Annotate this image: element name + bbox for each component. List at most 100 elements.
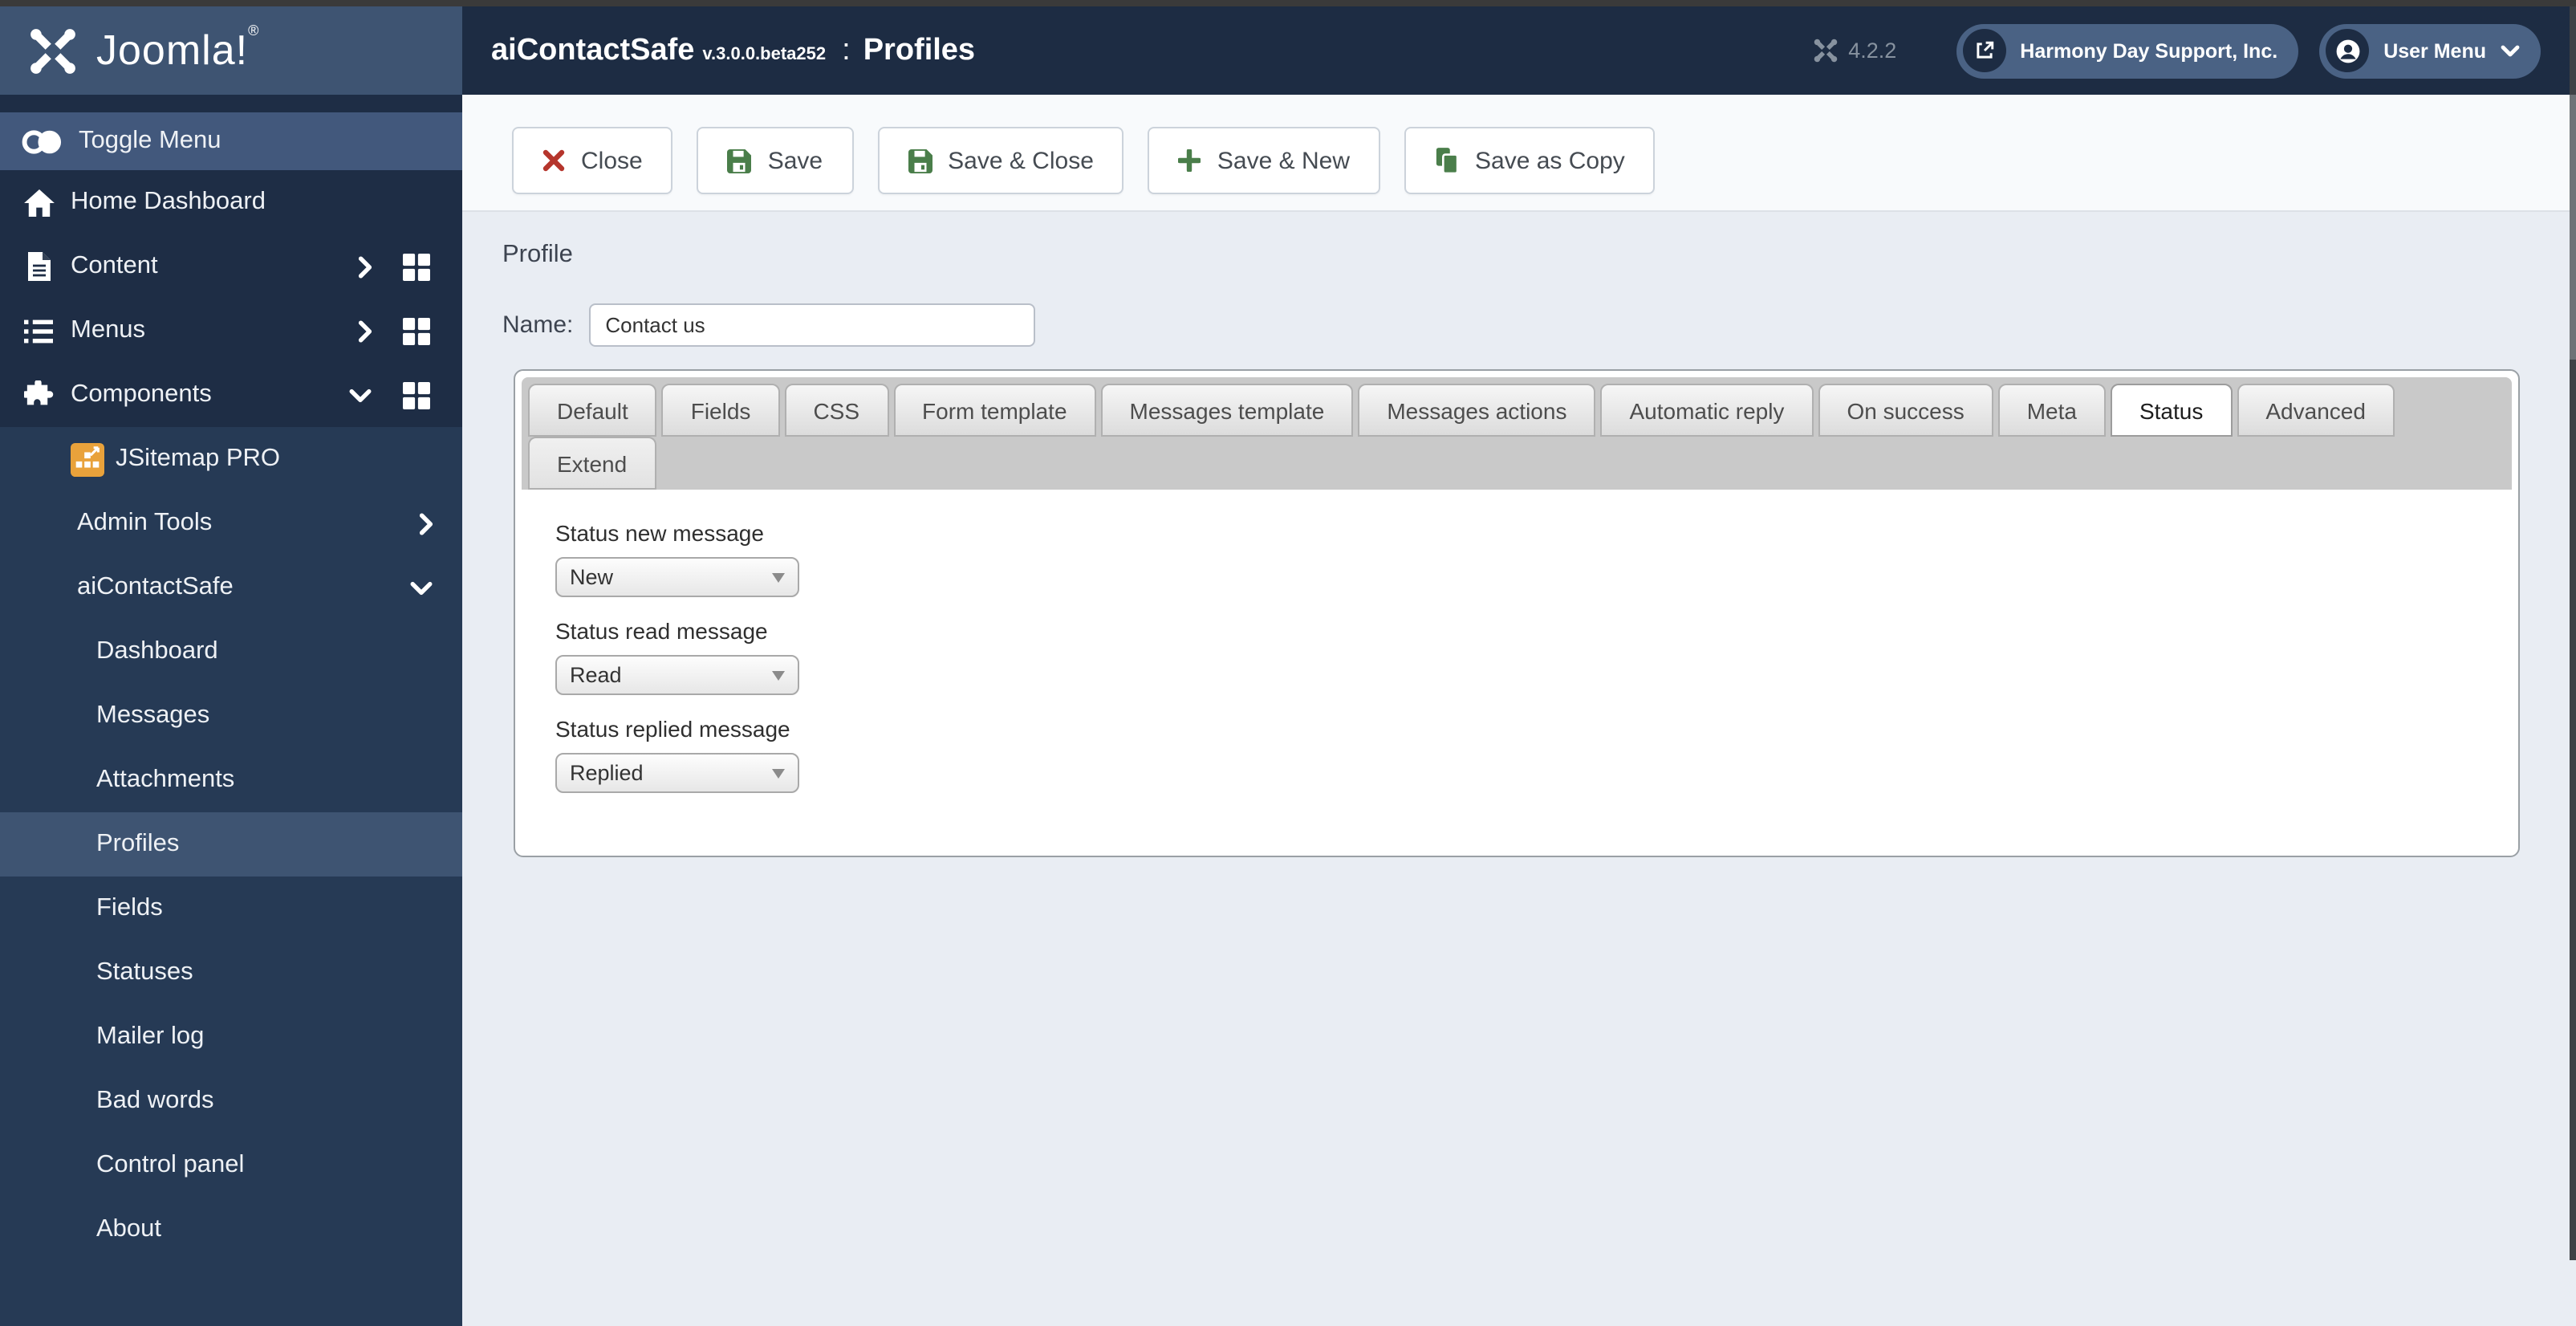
sidebar-item-statuses[interactable]: Statuses	[0, 941, 462, 1005]
grid-icon[interactable]	[403, 381, 430, 409]
profile-name-input[interactable]	[589, 303, 1036, 347]
external-link-icon	[1962, 29, 2006, 72]
select-value: New	[570, 565, 614, 589]
sidebar-item-dashboard[interactable]: Dashboard	[0, 620, 462, 684]
components-submenu: JSitemap PRO Admin Tools aiContactSafe D…	[0, 427, 462, 1326]
select-value: Replied	[570, 761, 644, 785]
header-right: 4.2.2 Harmony Day Support, Inc. User Men…	[1811, 23, 2541, 78]
sidebar-item-label: Messages	[96, 702, 210, 729]
button-label: Save	[767, 147, 823, 174]
chevron-right-icon	[358, 254, 372, 279]
brand-wordmark: Joomla!®	[96, 22, 260, 74]
button-label: Close	[581, 147, 643, 174]
grid-icon[interactable]	[403, 253, 430, 280]
sidebar-item-label: Menus	[71, 316, 146, 344]
sidebar-item-messages[interactable]: Messages	[0, 684, 462, 748]
chevron-down-icon	[409, 580, 433, 595]
save-close-button[interactable]: Save & Close	[877, 127, 1124, 194]
form-heading: Profile	[502, 241, 573, 268]
sidebar-item-label: About	[96, 1215, 162, 1243]
brand-band: Joomla!®	[0, 6, 462, 95]
sidebar-item-label: Admin Tools	[77, 509, 213, 536]
select-caret-icon	[772, 572, 785, 582]
tab-messages-template[interactable]: Messages template	[1100, 384, 1354, 437]
sidebar-item-aicontactsafe[interactable]: aiContactSafe	[0, 555, 462, 620]
admin-header: Joomla!® aiContactSafe v.3.0.0.beta252 :…	[0, 6, 2570, 95]
tab-on-success[interactable]: On success	[1818, 384, 1993, 437]
save-new-button[interactable]: Save & New	[1148, 127, 1380, 194]
chevron-right-icon	[419, 511, 433, 535]
tab-extend[interactable]: Extend	[528, 437, 656, 490]
tab-messages-actions[interactable]: Messages actions	[1358, 384, 1596, 437]
sidebar-item-components[interactable]: Components	[0, 363, 462, 427]
close-icon	[542, 149, 565, 172]
select-caret-icon	[772, 768, 785, 778]
tab-css[interactable]: CSS	[784, 384, 889, 437]
puzzle-icon	[21, 380, 56, 409]
scrollbar-thumb[interactable]	[2570, 95, 2576, 360]
user-icon	[2326, 29, 2370, 72]
joomla-version-text: 4.2.2	[1848, 39, 1897, 63]
component-version: v.3.0.0.beta252	[702, 44, 827, 63]
save-copy-button[interactable]: Save as Copy	[1404, 127, 1656, 194]
select-caret-icon	[772, 670, 785, 680]
sidebar-item-bad-words[interactable]: Bad words	[0, 1069, 462, 1133]
list-icon	[21, 319, 56, 343]
sidebar-item-content[interactable]: Content	[0, 234, 462, 299]
sidebar-item-label: Mailer log	[96, 1023, 205, 1050]
tab-advanced[interactable]: Advanced	[2237, 384, 2395, 437]
sidebar-item-label: Components	[71, 380, 212, 408]
sidebar-item-control-panel[interactable]: Control panel	[0, 1133, 462, 1198]
user-menu-button[interactable]: User Menu	[2319, 23, 2541, 78]
tab-automatic-reply[interactable]: Automatic reply	[1600, 384, 1814, 437]
toggle-menu-label: Toggle Menu	[79, 127, 221, 154]
tab-default[interactable]: Default	[528, 384, 657, 437]
sidebar-toggle-menu[interactable]: Toggle Menu	[0, 112, 462, 170]
tab-meta[interactable]: Meta	[1997, 384, 2106, 437]
button-label: Save as Copy	[1475, 147, 1625, 174]
status-read-select[interactable]: Read	[555, 655, 799, 695]
tab-strip: Default Fields CSS Form template Message…	[522, 377, 2512, 490]
main-content: Close Save Save & Close Save & New Save …	[462, 95, 2570, 1260]
jsitemap-icon	[71, 442, 104, 476]
sidebar-item-mailer-log[interactable]: Mailer log	[0, 1005, 462, 1069]
tab-status[interactable]: Status	[2110, 384, 2233, 437]
sidebar-item-label: Fields	[96, 894, 163, 921]
sidebar-item-fields[interactable]: Fields	[0, 877, 462, 941]
grid-icon[interactable]	[403, 317, 430, 344]
status-tab-content: Status new message New Status read messa…	[515, 490, 2518, 793]
select-value: Read	[570, 663, 622, 687]
joomla-logo-icon	[26, 23, 80, 78]
sidebar-item-about[interactable]: About	[0, 1198, 462, 1262]
site-preview-button[interactable]: Harmony Day Support, Inc.	[1956, 23, 2299, 78]
field-label: Status new message	[555, 520, 764, 546]
page-scrollbar[interactable]	[2570, 6, 2576, 1260]
field-label: Status replied message	[555, 716, 790, 742]
save-icon	[908, 148, 932, 173]
field-status-new: Status new message New	[555, 520, 2518, 597]
sidebar-item-admin-tools[interactable]: Admin Tools	[0, 491, 462, 555]
button-label: Save & New	[1217, 147, 1350, 174]
sidebar-item-attachments[interactable]: Attachments	[0, 748, 462, 812]
sidebar-item-jsitemap-pro[interactable]: JSitemap PRO	[0, 427, 462, 491]
chevron-down-icon	[2501, 44, 2520, 57]
sidebar-item-home-dashboard[interactable]: Home Dashboard	[0, 170, 462, 234]
profile-tabs-panel: Default Fields CSS Form template Message…	[514, 369, 2520, 857]
save-button[interactable]: Save	[697, 127, 854, 194]
sidebar-menu: Toggle Menu Home Dashboard Content Menus…	[0, 95, 462, 1326]
tab-row-2: Extend	[528, 437, 2512, 490]
registered-mark: ®	[248, 22, 260, 39]
status-replied-select[interactable]: Replied	[555, 753, 799, 793]
component-name: aiContactSafe	[491, 33, 695, 67]
close-button[interactable]: Close	[512, 127, 673, 194]
sidebar-item-menus[interactable]: Menus	[0, 299, 462, 363]
save-icon	[727, 148, 752, 173]
tab-fields[interactable]: Fields	[661, 384, 780, 437]
tab-form-template[interactable]: Form template	[893, 384, 1096, 437]
copy-icon	[1435, 148, 1459, 173]
status-new-select[interactable]: New	[555, 557, 799, 597]
field-status-replied: Status replied message Replied	[555, 716, 2518, 793]
sidebar-item-label: aiContactSafe	[77, 573, 234, 600]
home-icon	[21, 189, 56, 216]
sidebar-item-profiles[interactable]: Profiles	[0, 812, 462, 877]
